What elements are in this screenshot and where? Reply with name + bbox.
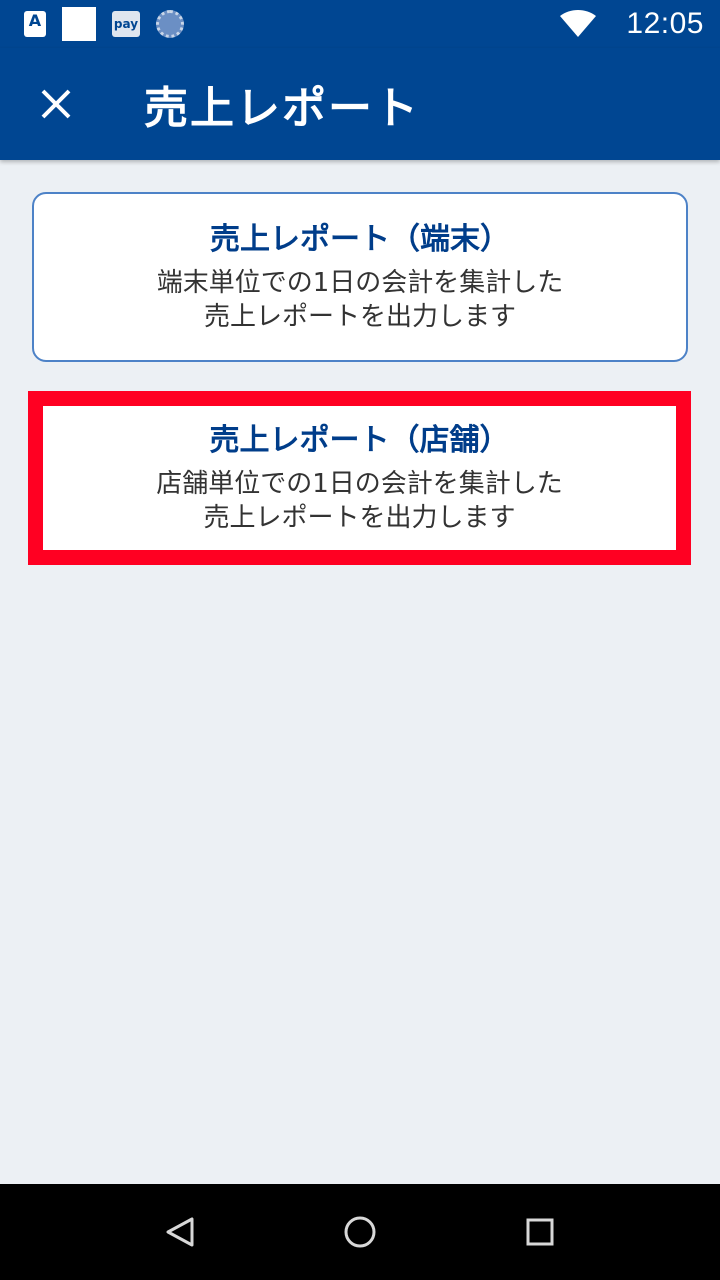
pay-app-icon: pay [112, 11, 140, 37]
terminal-report-desc-line2: 売上レポートを出力します [203, 302, 516, 332]
recents-icon [526, 1218, 554, 1246]
wifi-icon [560, 10, 597, 37]
home-button[interactable] [324, 1196, 396, 1268]
terminal-report-desc-line1: 端末単位での1日の会計を集計した [156, 268, 564, 298]
a-app-icon-text: A [28, 11, 42, 30]
status-bar: A pay 12:05 [0, 0, 720, 48]
notification-icons: A pay [24, 7, 184, 41]
terminal-report-card[interactable]: 売上レポート（端末） 端末単位での1日の会計を集計した 売上レポートを出力します [32, 192, 688, 362]
status-time: 12:05 [626, 7, 704, 40]
terminal-report-title: 売上レポート（端末） [210, 222, 510, 257]
app-bar: 売上レポート [0, 48, 720, 160]
a-app-icon: A [24, 11, 46, 37]
back-button[interactable] [144, 1196, 216, 1268]
store-report-title: 売上レポート（店舗） [209, 423, 510, 458]
pay-app-icon-text: pay [113, 17, 139, 31]
store-report-desc-line1: 店舗単位での1日の会計を集計した [156, 469, 563, 499]
dial-app-icon [156, 10, 184, 38]
page-title: 売上レポート [144, 83, 420, 134]
home-icon [344, 1216, 376, 1248]
blank-app-icon [62, 7, 96, 41]
recents-button[interactable] [504, 1196, 576, 1268]
system-status: 12:05 [560, 7, 704, 41]
navigation-bar [0, 1184, 720, 1280]
back-icon [166, 1217, 194, 1247]
store-report-desc-line2: 売上レポートを出力します [203, 503, 516, 533]
close-button[interactable] [0, 48, 112, 160]
close-icon [41, 89, 71, 119]
store-report-card[interactable]: 売上レポート（店舗） 店舗単位での1日の会計を集計した 売上レポートを出力します [28, 391, 691, 565]
